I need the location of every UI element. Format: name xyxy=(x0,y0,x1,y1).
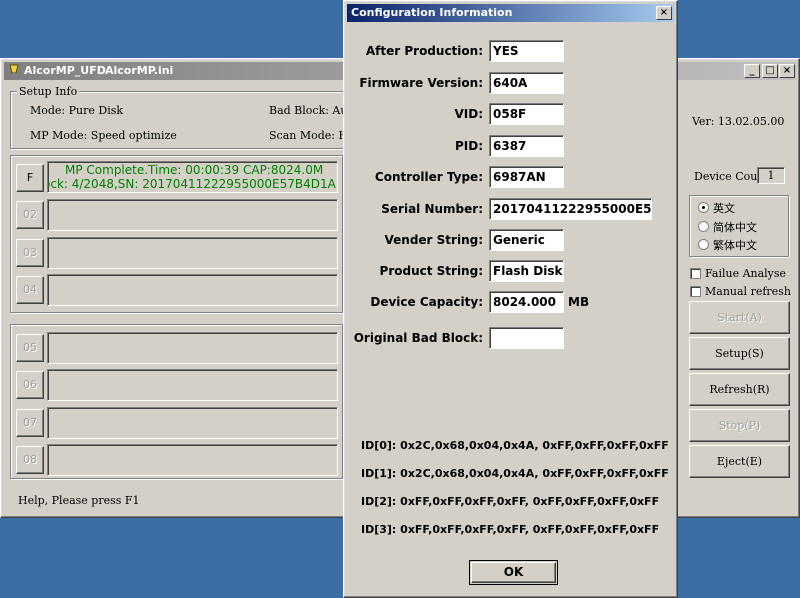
language-label-en: 英文 xyxy=(713,202,735,215)
manual-refresh-label: Manual refresh xyxy=(705,285,791,298)
port-button-f[interactable]: F xyxy=(16,164,44,192)
original-bad-block-label: Original Bad Block: xyxy=(353,331,483,345)
port-button-07[interactable]: 07 xyxy=(16,409,44,437)
id-line-1: ID[1]: 0x2C,0x68,0x04,0x4A, 0xFF,0xFF,0x… xyxy=(361,467,669,480)
firmware-version-label: Firmware Version: xyxy=(359,76,483,90)
pid-label: PID: xyxy=(454,139,483,153)
eject-button[interactable]: Eject(E) xyxy=(689,445,790,478)
mode-text: Mode: Pure Disk xyxy=(30,104,124,117)
maximize-button[interactable]: □ xyxy=(762,64,778,78)
start-button[interactable]: Start(A) xyxy=(689,301,790,334)
after-production-label: After Production: xyxy=(365,44,483,58)
ok-button[interactable]: OK xyxy=(471,562,556,583)
serial-number-label: Serial Number: xyxy=(381,202,483,216)
controller-type-label: Controller Type: xyxy=(374,170,483,184)
device-capacity-field[interactable]: 8024.000 xyxy=(489,291,564,313)
refresh-button[interactable]: Refresh(R) xyxy=(689,373,790,406)
device-capacity-unit: MB xyxy=(568,295,590,309)
dialog-title-bar[interactable]: Configuration Information × xyxy=(347,4,674,22)
port-button-02[interactable]: 02 xyxy=(16,201,44,229)
dialog-close-icon[interactable]: × xyxy=(656,6,672,20)
after-production-field[interactable]: YES xyxy=(489,40,564,62)
minimize-button[interactable]: _ xyxy=(744,64,760,78)
port-button-08[interactable]: 08 xyxy=(16,446,44,474)
setup-info-label: Setup Info xyxy=(17,85,80,98)
serial-number-field[interactable]: 20170411222955000E57B4 xyxy=(489,198,652,220)
language-radio-en[interactable] xyxy=(698,202,709,213)
main-title-ini: AlcorMP.ini xyxy=(105,64,174,77)
mp-mode-text: MP Mode: Speed optimize xyxy=(30,129,177,142)
product-string-field[interactable]: Flash Disk xyxy=(489,260,564,282)
failure-analyse-label: Failue Analyse xyxy=(705,267,787,280)
language-radio-zh-cn[interactable] xyxy=(698,221,709,232)
port-status-07 xyxy=(47,407,338,439)
device-capacity-label: Device Capacity: xyxy=(370,295,483,309)
language-label-zh-tw: 繁体中文 xyxy=(713,239,757,252)
port-button-05[interactable]: 05 xyxy=(16,334,44,362)
main-title-app: AlcorMP_UFD xyxy=(24,64,106,77)
setup-button[interactable]: Setup(S) xyxy=(689,337,790,370)
pid-field[interactable]: 6387 xyxy=(489,135,564,157)
id-line-2: ID[2]: 0xFF,0xFF,0xFF,0xFF, 0xFF,0xFF,0x… xyxy=(361,495,660,508)
port-button-03[interactable]: 03 xyxy=(16,239,44,267)
stop-button[interactable]: Stop(P) xyxy=(689,409,790,442)
id-line-0: ID[0]: 0x2C,0x68,0x04,0x4A, 0xFF,0xFF,0x… xyxy=(361,439,669,452)
controller-type-field[interactable]: 6987AN xyxy=(489,166,564,188)
close-button[interactable]: × xyxy=(779,64,795,78)
vid-label: VID: xyxy=(454,107,483,121)
id-line-3: ID[3]: 0xFF,0xFF,0xFF,0xFF, 0xFF,0xFF,0x… xyxy=(361,523,660,536)
dialog-title: Configuration Information xyxy=(351,6,513,19)
firmware-version-field[interactable]: 640A xyxy=(489,72,564,94)
port-status-08 xyxy=(47,444,338,476)
port-status-06 xyxy=(47,369,338,401)
vender-string-field[interactable]: Generic xyxy=(489,229,564,251)
failure-analyse-checkbox[interactable] xyxy=(690,268,701,279)
port-button-06[interactable]: 06 xyxy=(16,371,44,399)
product-string-label: Product String: xyxy=(379,264,483,278)
language-label-zh-cn: 简体中文 xyxy=(713,221,757,234)
vid-field[interactable]: 058F xyxy=(489,103,564,125)
status-help-text: Help, Please press F1 xyxy=(18,494,140,507)
original-bad-block-field[interactable] xyxy=(489,327,564,349)
vender-string-label: Vender String: xyxy=(384,233,483,247)
manual-refresh-checkbox[interactable] xyxy=(690,286,701,297)
port-button-04[interactable]: 04 xyxy=(16,276,44,304)
language-radio-zh-tw[interactable] xyxy=(698,239,709,250)
device-count-value: 1 xyxy=(757,167,785,184)
app-icon xyxy=(8,64,20,78)
version-text: Ver: 13.02.05.00 xyxy=(692,115,785,128)
